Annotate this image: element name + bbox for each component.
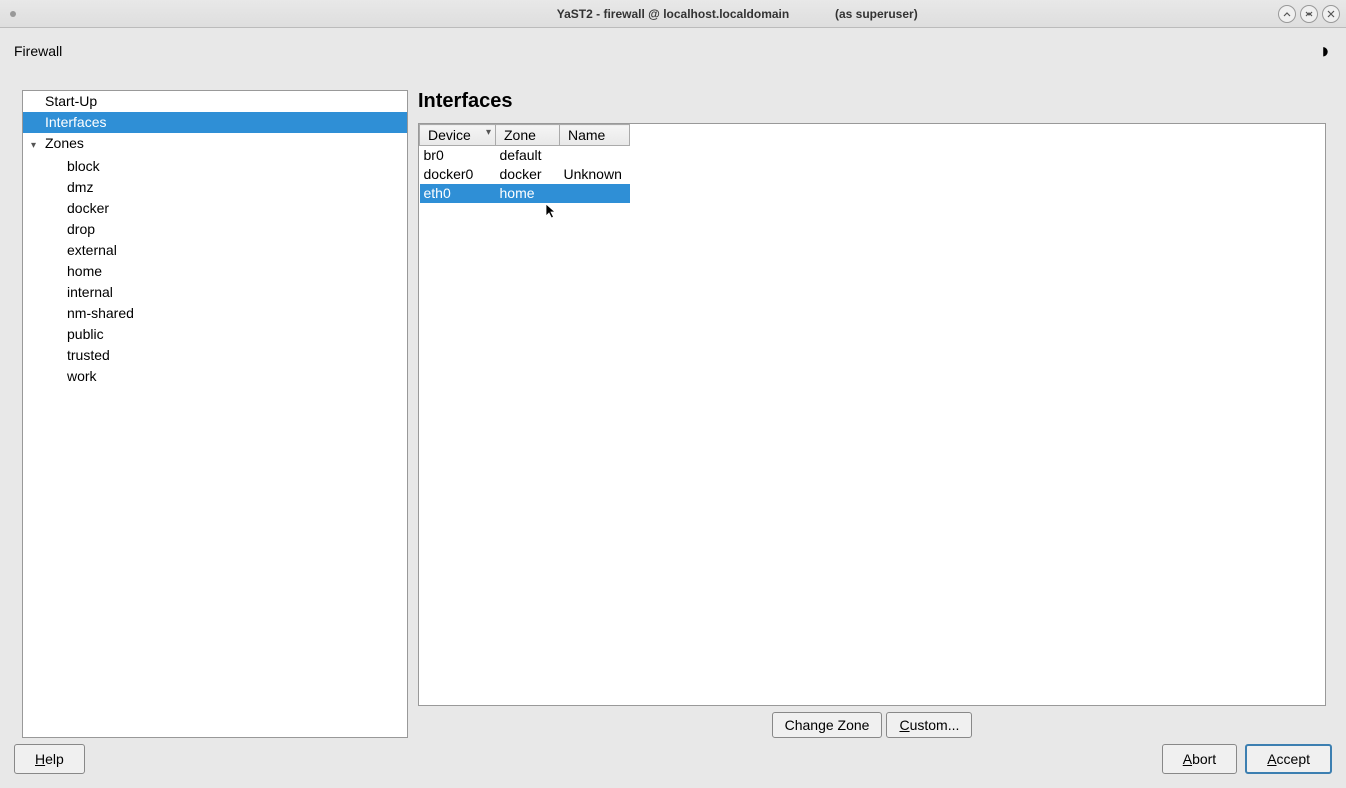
tree-item-start-up[interactable]: Start-Up xyxy=(23,91,407,112)
menubar: Firewall ◗ xyxy=(0,28,1346,74)
abort-button[interactable]: Abort xyxy=(1162,744,1237,774)
tree-item-home[interactable]: home xyxy=(23,261,407,282)
tree-item-drop[interactable]: drop xyxy=(23,219,407,240)
expand-icon[interactable]: ▾ xyxy=(31,136,43,155)
tree-item-nm-shared[interactable]: nm-shared xyxy=(23,303,407,324)
cell-zone: docker xyxy=(496,165,560,184)
col-zone[interactable]: Zone xyxy=(496,125,560,146)
cell-zone: default xyxy=(496,146,560,166)
cell-device: eth0 xyxy=(420,184,496,203)
table-row[interactable]: eth0home xyxy=(420,184,630,203)
theme-toggle-icon[interactable]: ◗ xyxy=(1319,38,1332,64)
main-heading: Interfaces xyxy=(418,90,1326,113)
col-device[interactable]: Device xyxy=(420,125,496,146)
interfaces-table[interactable]: Device Zone Name br0defaultdocker0docker… xyxy=(419,124,630,203)
tree-item-public[interactable]: public xyxy=(23,324,407,345)
table-row[interactable]: docker0dockerUnknown xyxy=(420,165,630,184)
cell-device: docker0 xyxy=(420,165,496,184)
tree-item-block[interactable]: block xyxy=(23,156,407,177)
tree-item-docker[interactable]: docker xyxy=(23,198,407,219)
titlebar: YaST2 - firewall @ localhost.localdomain… xyxy=(0,0,1346,28)
cell-name xyxy=(560,184,630,203)
tree-item-zones[interactable]: ▾Zones xyxy=(23,133,407,156)
tree-item-label: Interfaces xyxy=(45,114,106,130)
minimize-button[interactable] xyxy=(1278,5,1296,23)
tree-item-work[interactable]: work xyxy=(23,366,407,387)
close-button[interactable] xyxy=(1322,5,1340,23)
custom-button[interactable]: Custom... xyxy=(886,712,972,738)
accept-button[interactable]: Accept xyxy=(1245,744,1332,774)
tree-item-label: Start-Up xyxy=(45,93,97,109)
tree-item-label: Zones xyxy=(45,135,84,151)
sidebar[interactable]: Start-UpInterfaces▾Zonesblockdmzdockerdr… xyxy=(22,90,408,738)
cell-zone: home xyxy=(496,184,560,203)
window-title: YaST2 - firewall @ localhost.localdomain xyxy=(557,7,789,21)
change-zone-button[interactable]: Change Zone xyxy=(772,712,883,738)
maximize-button[interactable] xyxy=(1300,5,1318,23)
tree-item-dmz[interactable]: dmz xyxy=(23,177,407,198)
col-name[interactable]: Name xyxy=(560,125,630,146)
tree-item-interfaces[interactable]: Interfaces xyxy=(23,112,407,133)
tree-item-trusted[interactable]: trusted xyxy=(23,345,407,366)
cell-device: br0 xyxy=(420,146,496,166)
help-button[interactable]: Help xyxy=(14,744,85,774)
interfaces-table-wrap[interactable]: Device Zone Name br0defaultdocker0docker… xyxy=(418,123,1326,706)
window-title-extra: (as superuser) xyxy=(835,7,918,21)
window-menu-dot[interactable] xyxy=(10,11,16,17)
cell-name xyxy=(560,146,630,166)
cell-name: Unknown xyxy=(560,165,630,184)
module-title: Firewall xyxy=(14,43,62,59)
table-row[interactable]: br0default xyxy=(420,146,630,166)
tree-item-external[interactable]: external xyxy=(23,240,407,261)
tree-item-internal[interactable]: internal xyxy=(23,282,407,303)
